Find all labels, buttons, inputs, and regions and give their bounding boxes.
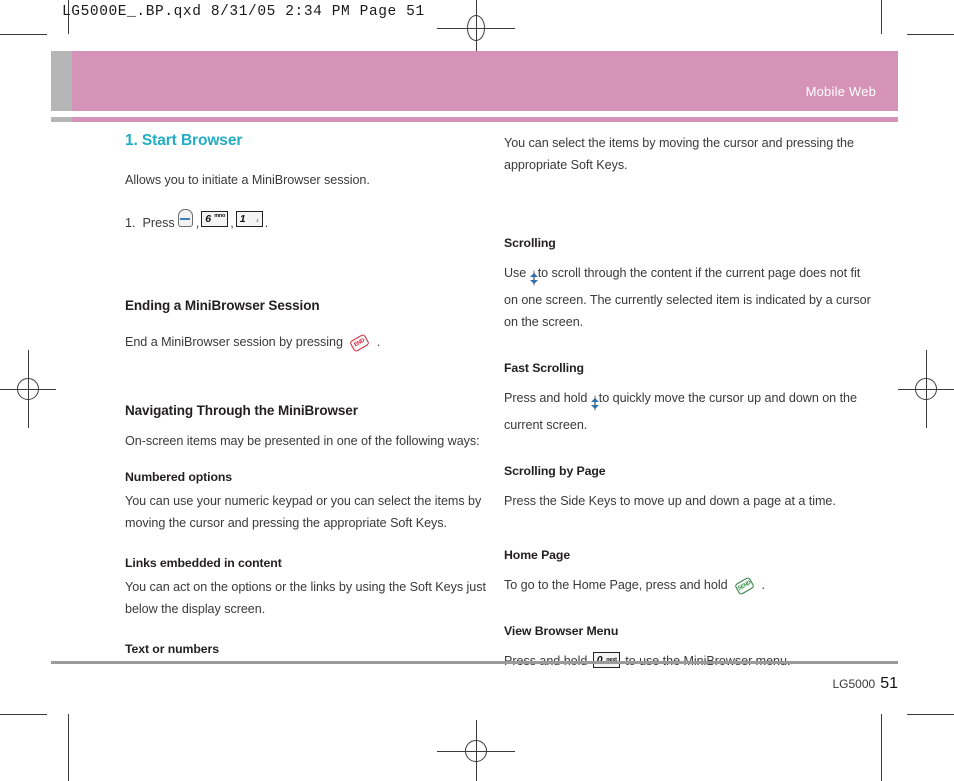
end-key-label: END [353,337,367,349]
nav-up-arrow-icon [529,272,538,277]
page-title: Mobile Web [805,84,876,99]
step-comma-2: , [230,216,234,230]
heading-links-embedded: Links embedded in content [125,556,282,570]
section-intro-text: Allows you to initiate a MiniBrowser ses… [125,173,370,187]
nav-down-arrow-icon [529,279,538,284]
right-column: You can select the items by moving the c… [504,132,876,672]
header-accent-rule [51,117,898,122]
scrolling-by-page-text: Press the Side Keys to move up and down … [504,494,836,508]
trim-line-top-left [0,34,47,35]
footer-model: LG5000 [832,677,876,691]
proof-slugline: LG5000E_.BP.qxd 8/31/05 2:34 PM Page 51 [62,4,425,20]
ending-session-text: End a MiniBrowser session by pressing EN… [125,331,497,353]
heading-scrolling-by-page: Scrolling by Page [504,464,606,478]
numeric-key-1-icon: 1 ♪ [235,211,263,227]
numeric-key-6-icon: 6 mno [201,211,229,227]
numeric-key-1-digit: 1 [239,213,246,225]
page-number: 51 [880,675,898,692]
registration-mark-bottom [437,720,515,781]
navigation-key-icon [529,270,538,286]
bleed-line-left-bottom [68,714,69,781]
step-number: 1. [125,216,136,230]
step-comma-1: , [195,216,200,230]
header-tab-marker [51,51,72,111]
registration-mark-left [0,350,56,428]
ok-key-icon [177,209,193,227]
nav-up-arrow-icon-2 [590,397,599,402]
footer-rule [51,661,898,664]
bleed-line-right [881,0,882,34]
heading-home-page: Home Page [504,548,571,562]
right-column-continued-text: You can select the items by moving the c… [504,136,854,172]
header-color-bar: Mobile Web [72,51,898,111]
step-period: . [264,216,269,230]
ending-session-text-before: End a MiniBrowser session by pressing [125,335,343,349]
home-page-text-after: . [761,578,765,592]
left-column: 1. Start Browser Allows you to initiate … [125,132,497,656]
numeric-key-6-digit: 6 [205,213,212,225]
page-header-band: Mobile Web [51,51,898,111]
heading-view-browser-menu: View Browser Menu [504,624,619,638]
registration-mark-top [437,0,515,56]
numbered-options-text: You can use your numeric keypad or you c… [125,494,482,530]
trim-line-bottom-right [907,714,954,715]
heading-navigating: Navigating Through the MiniBrowser [125,403,358,418]
trim-line-top-right [907,34,954,35]
bleed-line-right-bottom [881,714,882,781]
scrolling-text: Use to scroll through the content if the… [504,262,876,333]
navigating-text: On-screen items may be presented in one … [125,434,480,448]
end-key-icon: END [349,333,371,353]
scrolling-text-after: to scroll through the content if the cur… [504,266,871,329]
footer: LG5000 51 [833,675,899,693]
trim-line-bottom-left [0,714,47,715]
navigation-key-icon-2 [590,395,599,411]
heading-text-or-numbers: Text or numbers [125,642,219,656]
step-lead-text: Press [142,216,175,230]
heading-scrolling: Scrolling [504,236,556,250]
links-embedded-text: You can act on the options or the links … [125,580,486,616]
fast-scrolling-text-before: Press and hold [504,391,588,405]
numeric-key-0-icon: 0 next [592,652,620,668]
scrolling-text-before: Use [504,266,527,280]
numeric-key-6-letters: mno [214,213,226,219]
heading-numbered-options: Numbered options [125,470,233,484]
section-title: 1. Start Browser [125,132,243,149]
fast-scrolling-text: Press and hold to quickly move the curso… [504,387,876,436]
heading-ending-session: Ending a MiniBrowser Session [125,298,320,313]
nav-down-arrow-icon-2 [590,404,599,409]
home-page-text-before: To go to the Home Page, press and hold [504,578,728,592]
heading-fast-scrolling: Fast Scrolling [504,361,584,375]
send-key-label: SEND [736,579,753,593]
step-item-1: 1. Press , 6 mno , 1 ♪ . [125,209,497,234]
numeric-key-1-symbol: ♪ [255,218,259,224]
registration-mark-right [898,350,954,428]
home-page-text: To go to the Home Page, press and hold S… [504,574,876,596]
send-key-icon: SEND [734,576,755,596]
ending-session-text-after: . [376,335,381,349]
